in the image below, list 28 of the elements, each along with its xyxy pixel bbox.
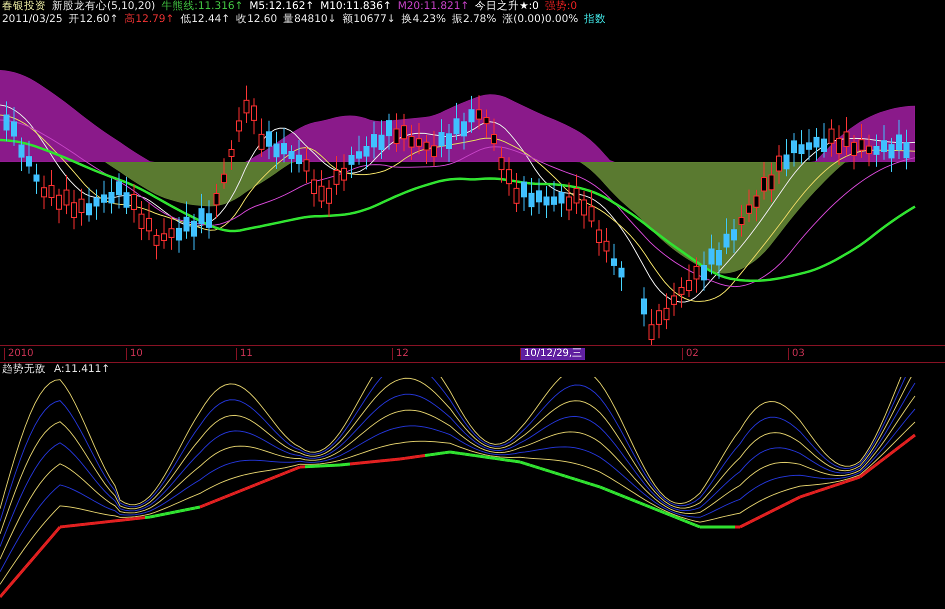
axis-label: 12 — [392, 348, 412, 360]
quote-field: 换4.23% — [402, 13, 446, 26]
quote-field: M10:11.836↑ — [320, 0, 392, 13]
quote-field: 强势:0 — [544, 0, 578, 13]
quote-field: 收12.60 — [236, 13, 278, 26]
quote-field: 指数 — [584, 13, 606, 26]
quote-field: 涨(0.00)0.00% — [502, 13, 578, 26]
quote-field: M20:11.821↑ — [398, 0, 470, 13]
indicator-name: 趋势无敌 — [2, 363, 46, 377]
quote-field: 开12.60↑ — [68, 13, 118, 26]
quote-field: 量84810↓ — [283, 13, 336, 26]
quote-field: 新股龙有心(5,10,20) — [52, 0, 156, 13]
quote-field: 高12.79↑ — [124, 13, 174, 26]
quote-field: 额10677↓ — [342, 13, 396, 26]
quote-field: M5:12.162↑ — [249, 0, 314, 13]
quote-field: 2011/03/25 — [2, 13, 63, 26]
axis-label: 03 — [788, 348, 808, 360]
quote-field: 春银投资 — [2, 0, 46, 13]
quote-field: 牛熊线:11.316↑ — [161, 0, 244, 13]
axis-label: 11 — [236, 348, 256, 360]
quote-field: 低12.44↑ — [180, 13, 230, 26]
quote-field: 今日之升★:0 — [475, 0, 539, 13]
axis-label: 2010 — [4, 348, 36, 360]
quote-field: 振2.78% — [452, 13, 496, 26]
cursor-date-label: 10/12/29,三 — [520, 348, 586, 360]
indicator-value: A:11.411↑ — [54, 363, 110, 377]
axis-label: 10 — [126, 348, 146, 360]
axis-label: 02 — [682, 348, 702, 360]
